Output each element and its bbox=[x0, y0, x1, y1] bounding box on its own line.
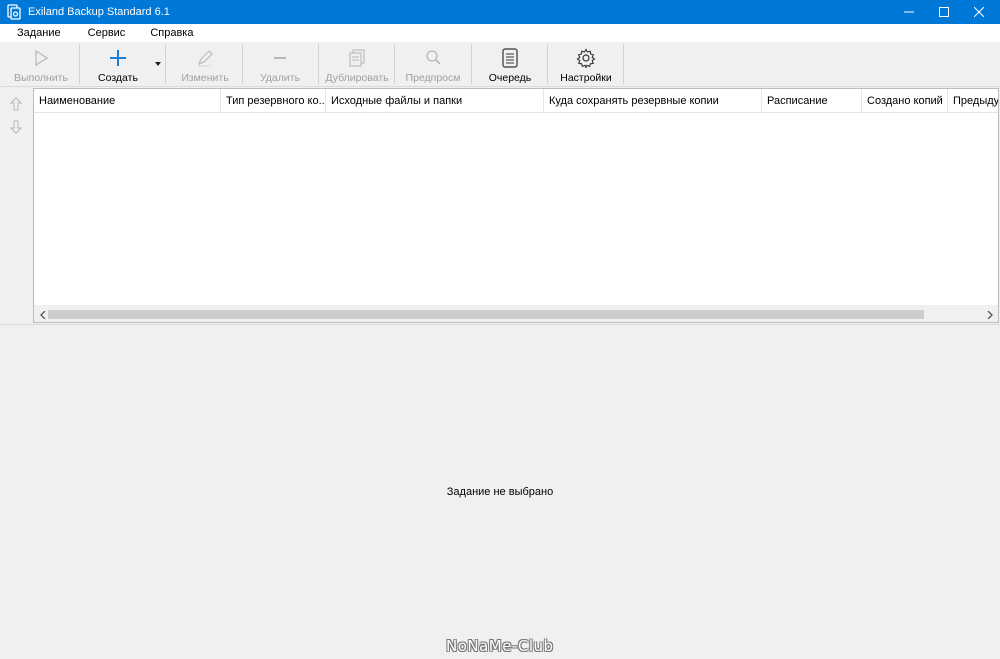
toolbar-separator bbox=[471, 44, 472, 84]
move-up-button[interactable] bbox=[9, 97, 23, 111]
run-button[interactable]: Выполнить bbox=[8, 44, 74, 84]
list-icon bbox=[498, 47, 522, 69]
toolbar: Выполнить Создать Изменить Удалить Дубли… bbox=[0, 42, 1000, 86]
column-header-name[interactable]: Наименование bbox=[34, 89, 221, 113]
toolbar-separator bbox=[318, 44, 319, 84]
column-header-destination[interactable]: Куда сохранять резервные копии bbox=[544, 89, 762, 113]
column-header-source[interactable]: Исходные файлы и папки bbox=[326, 89, 544, 113]
create-label: Создать bbox=[98, 72, 138, 84]
toolbar-separator bbox=[623, 44, 624, 84]
app-icon bbox=[7, 4, 21, 20]
close-icon bbox=[973, 7, 984, 17]
chevron-right-icon bbox=[987, 310, 993, 319]
settings-button[interactable]: Настройки bbox=[556, 44, 616, 84]
column-header-backup-type[interactable]: Тип резервного ко... bbox=[221, 89, 326, 113]
toolbar-separator bbox=[79, 44, 80, 84]
column-header-previous[interactable]: Предыдущ bbox=[948, 89, 998, 113]
delete-label: Удалить bbox=[259, 72, 301, 84]
menu-service[interactable]: Сервис bbox=[88, 27, 126, 39]
queue-label: Очередь bbox=[488, 72, 532, 84]
toolbar-separator bbox=[547, 44, 548, 84]
edit-button[interactable]: Изменить bbox=[175, 44, 235, 84]
menu-bar: Задание Сервис Справка bbox=[0, 24, 1000, 42]
edit-label: Изменить bbox=[181, 72, 229, 84]
column-header-schedule[interactable]: Расписание bbox=[762, 89, 862, 113]
toolbar-separator bbox=[165, 44, 166, 84]
preview-button[interactable]: Предпросм bbox=[400, 44, 466, 84]
arrow-up-icon bbox=[10, 97, 22, 111]
settings-label: Настройки bbox=[560, 72, 612, 84]
move-strip bbox=[0, 87, 33, 324]
minimize-button[interactable] bbox=[891, 0, 926, 24]
column-header-copies[interactable]: Создано копий bbox=[862, 89, 948, 113]
menu-task[interactable]: Задание bbox=[17, 27, 61, 39]
toolbar-separator bbox=[394, 44, 395, 84]
pencil-icon bbox=[193, 47, 217, 69]
toolbar-separator bbox=[242, 44, 243, 84]
maximize-button[interactable] bbox=[926, 0, 961, 24]
plus-icon bbox=[106, 47, 130, 69]
title-bar: Exiland Backup Standard 6.1 bbox=[0, 0, 1000, 24]
preview-label: Предпросм bbox=[405, 72, 461, 84]
gear-icon bbox=[574, 47, 598, 69]
close-button[interactable] bbox=[961, 0, 996, 24]
magnifier-icon bbox=[421, 47, 445, 69]
play-icon bbox=[29, 47, 53, 69]
watermark: NoNaMe-Club bbox=[446, 637, 554, 655]
duplicate-label: Дублировать bbox=[325, 72, 389, 84]
window-title: Exiland Backup Standard 6.1 bbox=[28, 6, 170, 18]
copy-icon bbox=[345, 47, 369, 69]
no-task-message: Задание не выбрано bbox=[446, 486, 554, 498]
queue-button[interactable]: Очередь bbox=[480, 44, 540, 84]
run-label: Выполнить bbox=[14, 72, 68, 84]
maximize-icon bbox=[938, 7, 949, 17]
menu-help[interactable]: Справка bbox=[150, 27, 193, 39]
grid-header: Наименование Тип резервного ко... Исходн… bbox=[34, 89, 998, 113]
arrow-down-icon bbox=[10, 120, 22, 134]
minimize-icon bbox=[903, 11, 914, 13]
horizontal-scrollbar[interactable] bbox=[34, 305, 998, 322]
task-grid[interactable]: Наименование Тип резервного ко... Исходн… bbox=[33, 88, 999, 323]
delete-button[interactable]: Удалить bbox=[251, 44, 309, 84]
create-dropdown-icon[interactable] bbox=[155, 62, 161, 66]
details-panel: Задание не выбрано NoNaMe-Club bbox=[0, 328, 1000, 659]
create-button[interactable]: Создать bbox=[88, 44, 148, 84]
scrollbar-thumb[interactable] bbox=[48, 310, 924, 319]
minus-icon bbox=[268, 47, 292, 69]
duplicate-button[interactable]: Дублировать bbox=[323, 44, 391, 84]
chevron-left-icon bbox=[39, 310, 45, 319]
toolbar-divider bbox=[0, 86, 1000, 87]
scroll-right-button[interactable] bbox=[981, 306, 998, 322]
move-down-button[interactable] bbox=[9, 120, 23, 134]
